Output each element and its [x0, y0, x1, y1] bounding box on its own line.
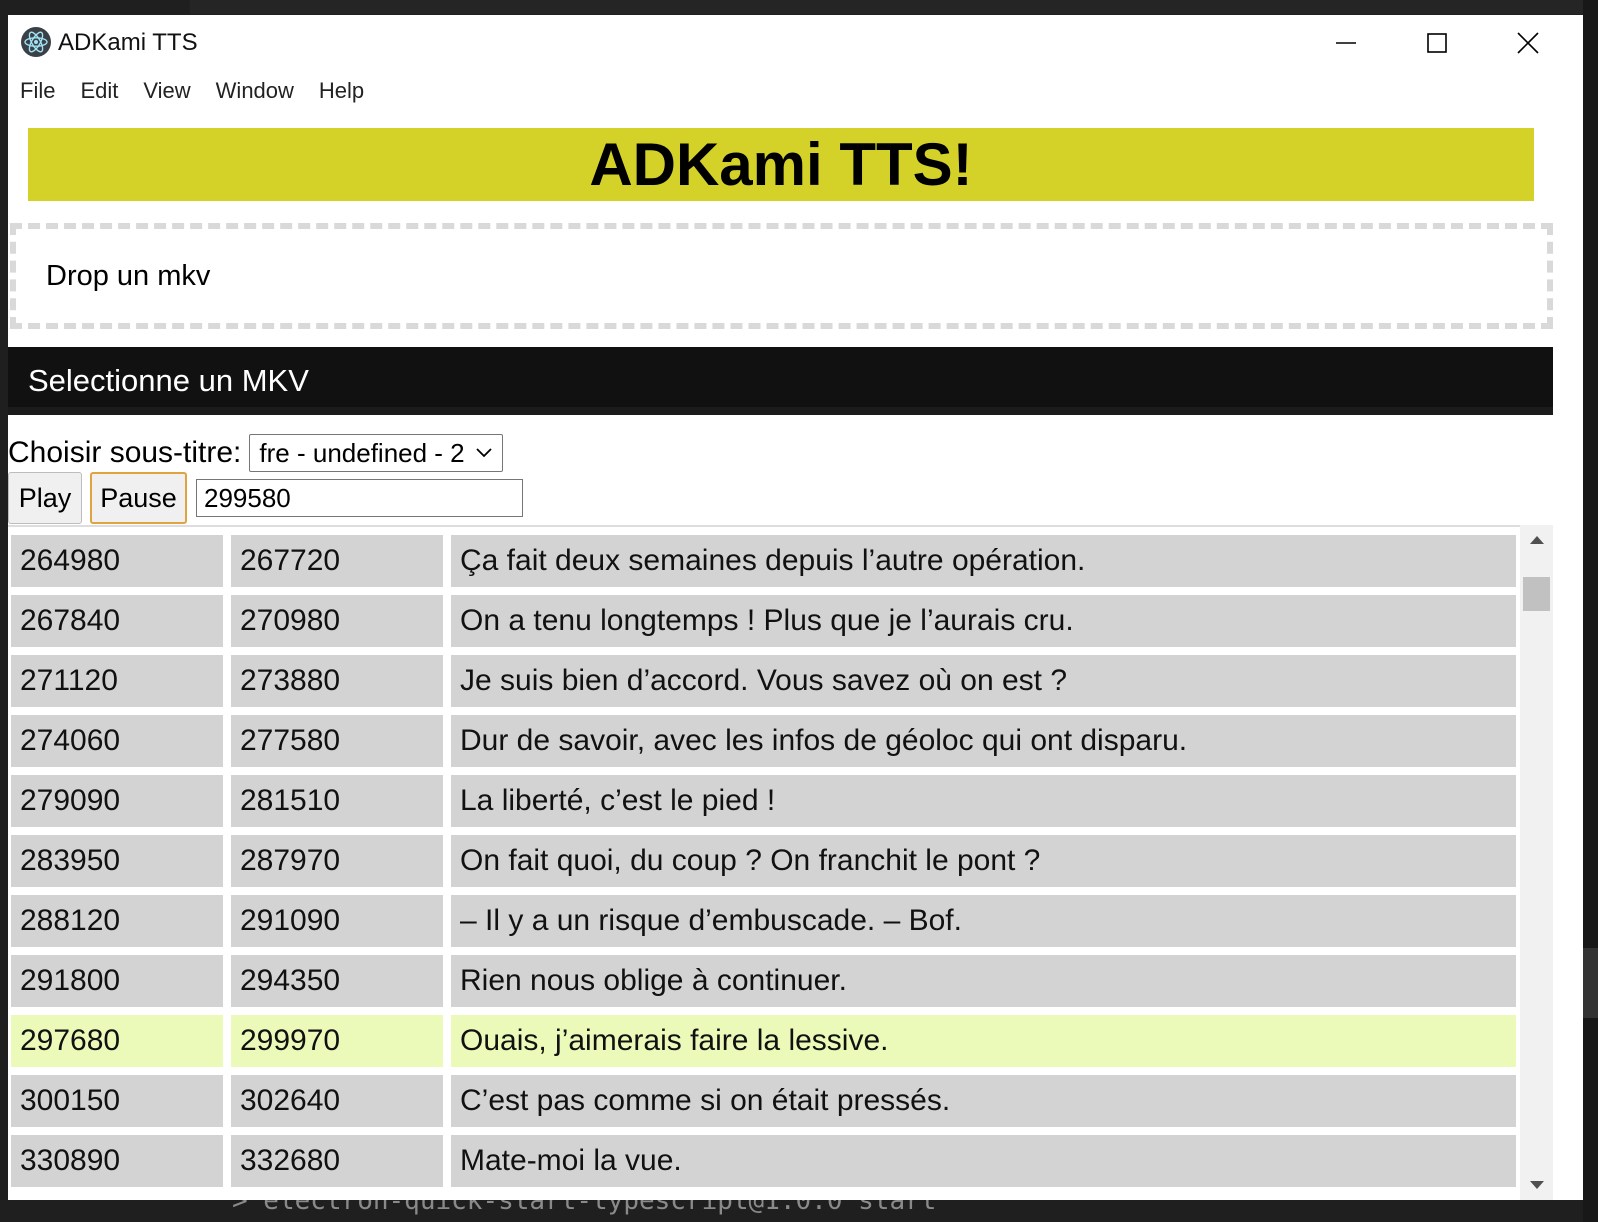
background-top-strip	[190, 0, 1590, 14]
time-input[interactable]: 299580	[196, 479, 523, 517]
menu-view[interactable]: View	[143, 78, 202, 104]
play-button[interactable]: Play	[8, 472, 82, 524]
menu-file[interactable]: File	[20, 78, 67, 104]
select-mkv-label: Selectionne un MKV	[28, 363, 309, 398]
subtitle-rows: 264980 267720 Ça fait deux semaines depuis…	[11, 535, 1518, 1195]
table-row[interactable]: 297680 299970 Ouais, j’aimerais faire la l…	[11, 1015, 1518, 1067]
cell-start-time: 283950	[11, 835, 223, 887]
mkv-dropzone[interactable]: Drop un mkv	[10, 223, 1553, 329]
maximize-icon	[1427, 33, 1447, 53]
cell-end-time: 287970	[231, 835, 443, 887]
cell-end-time: 281510	[231, 775, 443, 827]
table-row[interactable]: 288120 291090– Il y a un risque d’embusca…	[11, 895, 1518, 947]
divider	[8, 407, 1553, 415]
cell-start-time: 288120	[11, 895, 223, 947]
table-row[interactable]: 267840 270980 On a tenu longtemps ! Plus q…	[11, 595, 1518, 647]
cell-subtitle-text: – Il y a un risque d’embuscade. – Bof.	[451, 895, 1516, 947]
menu-window[interactable]: Window	[216, 78, 306, 104]
cell-subtitle-text: La liberté, c’est le pied !	[451, 775, 1516, 827]
cell-start-time: 267840	[11, 595, 223, 647]
chevron-down-icon	[476, 448, 493, 458]
cell-end-time: 277580	[231, 715, 443, 767]
page-title: ADKami TTS!	[589, 131, 973, 198]
list-scrollbar[interactable]	[1520, 525, 1553, 1200]
table-row[interactable]: 264980 267720 Ça fait deux semaines depuis…	[11, 535, 1518, 587]
cell-start-time: 274060	[11, 715, 223, 767]
cell-start-time: 271120	[11, 655, 223, 707]
table-row[interactable]: 291800 294350 Rien nous oblige à continuer…	[11, 955, 1518, 1007]
app-content: ADKami TTS! Drop un mkv Selectionne un M…	[8, 111, 1553, 1200]
menu-help[interactable]: Help	[319, 78, 376, 104]
subtitle-row: Choisir sous-titre: fre - undefined - 2	[8, 433, 504, 473]
cell-subtitle-text: Rien nous oblige à continuer.	[451, 955, 1516, 1007]
cell-subtitle-text: Ça fait deux semaines depuis l’autre opé…	[451, 535, 1516, 587]
header-banner: ADKami TTS!	[28, 128, 1534, 201]
select-mkv-button[interactable]: Selectionne un MKV	[8, 347, 1553, 415]
app-window: ADKami TTS File Edit View Window Help AD…	[8, 15, 1583, 1200]
cell-end-time: 267720	[231, 535, 443, 587]
table-row[interactable]: 271120 273880 Je suis bien d’accord. Vous …	[11, 655, 1518, 707]
cell-start-time: 291800	[11, 955, 223, 1007]
cell-start-time: 297680	[11, 1015, 223, 1067]
playback-controls: Play Pause 299580	[8, 472, 523, 524]
maximize-button[interactable]	[1391, 15, 1483, 71]
cell-end-time: 299970	[231, 1015, 443, 1067]
table-row[interactable]: 300150 302640 C’est pas comme si on était …	[11, 1075, 1518, 1127]
cell-subtitle-text: On a tenu longtemps ! Plus que je l’aura…	[451, 595, 1516, 647]
menu-bar: File Edit View Window Help	[8, 71, 1583, 111]
background-right-box	[1583, 948, 1598, 1018]
minimize-icon	[1336, 42, 1356, 44]
arrow-up-icon	[1529, 536, 1544, 544]
cell-subtitle-text: On fait quoi, du coup ? On franchit le p…	[451, 835, 1516, 887]
table-row[interactable]: 274060 277580 Dur de savoir, avec les info…	[11, 715, 1518, 767]
arrow-down-icon	[1529, 1181, 1544, 1189]
minimize-button[interactable]	[1300, 15, 1392, 71]
title-bar[interactable]: ADKami TTS	[8, 15, 1583, 71]
cell-start-time: 330890	[11, 1135, 223, 1187]
subtitle-select[interactable]: fre - undefined - 2	[249, 434, 504, 472]
cell-subtitle-text: Ouais, j’aimerais faire la lessive.	[451, 1015, 1516, 1067]
cell-subtitle-text: Mate-moi la vue.	[451, 1135, 1516, 1187]
subtitle-label: Choisir sous-titre:	[8, 436, 242, 469]
pause-button[interactable]: Pause	[90, 472, 187, 524]
window-title: ADKami TTS	[58, 29, 198, 56]
cell-start-time: 279090	[11, 775, 223, 827]
close-icon	[1517, 32, 1539, 54]
cell-end-time: 291090	[231, 895, 443, 947]
dropzone-label: Drop un mkv	[46, 259, 211, 292]
cell-start-time: 264980	[11, 535, 223, 587]
table-row[interactable]: 330890 332680 Mate-moi la vue.	[11, 1135, 1518, 1187]
cell-end-time: 302640	[231, 1075, 443, 1127]
scroll-up-button[interactable]	[1520, 525, 1553, 555]
scrollbar-thumb[interactable]	[1523, 577, 1550, 611]
table-row[interactable]: 283950 287970 On fait quoi, du coup ? On f…	[11, 835, 1518, 887]
scroll-down-button[interactable]	[1520, 1170, 1553, 1200]
subtitle-list: 264980 267720 Ça fait deux semaines depuis…	[8, 525, 1553, 1200]
cell-end-time: 332680	[231, 1135, 443, 1187]
electron-atom-icon	[21, 27, 51, 57]
table-row[interactable]: 279090 281510 La liberté, c’est le pied !	[11, 775, 1518, 827]
cell-subtitle-text: C’est pas comme si on était pressés.	[451, 1075, 1516, 1127]
close-button[interactable]	[1482, 15, 1574, 71]
cell-start-time: 300150	[11, 1075, 223, 1127]
cell-subtitle-text: Je suis bien d’accord. Vous savez où on …	[451, 655, 1516, 707]
cell-end-time: 270980	[231, 595, 443, 647]
background-right-strip	[1583, 0, 1598, 1222]
cell-end-time: 273880	[231, 655, 443, 707]
subtitle-selected-value: fre - undefined - 2	[259, 437, 465, 468]
cell-end-time: 294350	[231, 955, 443, 1007]
cell-subtitle-text: Dur de savoir, avec les infos de géoloc …	[451, 715, 1516, 767]
menu-edit[interactable]: Edit	[80, 78, 130, 104]
